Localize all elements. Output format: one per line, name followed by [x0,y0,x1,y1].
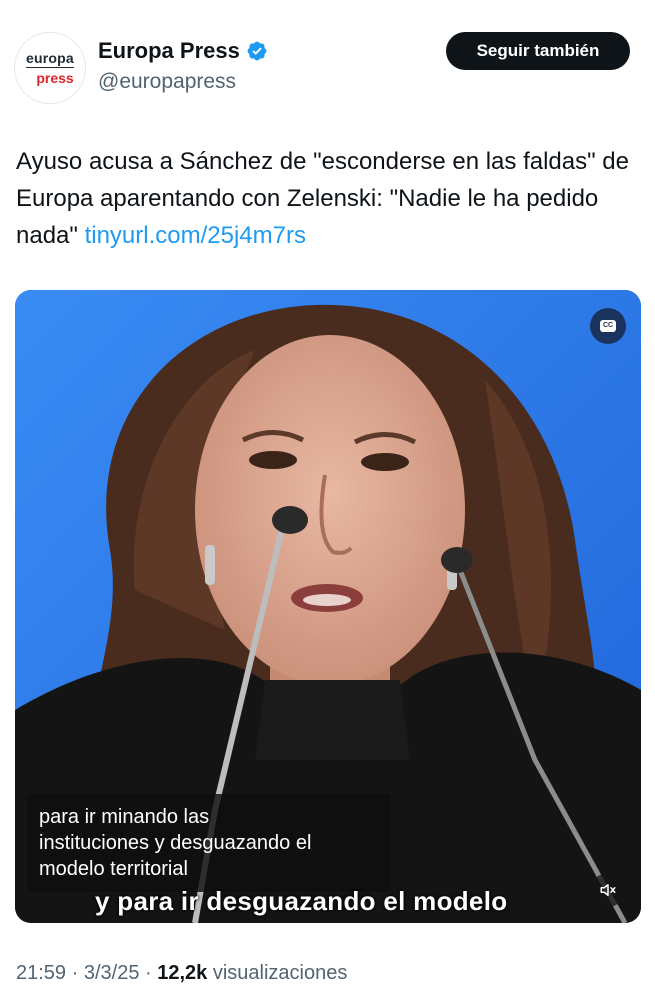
muted-speaker-icon[interactable] [591,873,625,907]
follow-button[interactable]: Seguir también [446,32,630,70]
burned-in-subtitle: y para ir desguazando el modelo [95,886,508,916]
views-label: visualizaciones [207,962,348,984]
author-handle[interactable]: @europapress [98,70,236,94]
video-player[interactable]: CC para ir minando las instituciones y d… [15,290,641,923]
closed-captions-icon[interactable]: CC [590,308,626,344]
display-name[interactable]: Europa Press [98,38,240,64]
caption-line: instituciones y desguazando el [39,832,312,854]
caption-line: modelo territorial [39,858,188,880]
meta-separator: · [66,962,84,984]
speaker-glyph [600,884,616,896]
avatar[interactable]: europa press [14,32,86,104]
avatar-logo-top: europa [26,50,74,68]
author-name-row[interactable]: Europa Press [98,38,268,64]
meta-separator: · [139,962,158,984]
avatar-logo-bottom: press [36,70,74,86]
tweet-meta: 21:59 · 3/3/25 · 12,2k visualizaciones [16,962,347,985]
tweet-text: Ayuso acusa a Sánchez de "esconderse en … [16,143,636,254]
cc-label: CC [600,320,616,332]
caption-line: para ir minando las [39,806,210,828]
views-count[interactable]: 12,2k [157,962,207,984]
tweet-date[interactable]: 3/3/25 [84,962,140,984]
tweet-link[interactable]: tinyurl.com/25j4m7rs [85,222,306,249]
verified-icon [247,41,267,61]
caption-box: para ir minando las instituciones y desg… [27,794,391,892]
tweet-time[interactable]: 21:59 [16,962,66,984]
